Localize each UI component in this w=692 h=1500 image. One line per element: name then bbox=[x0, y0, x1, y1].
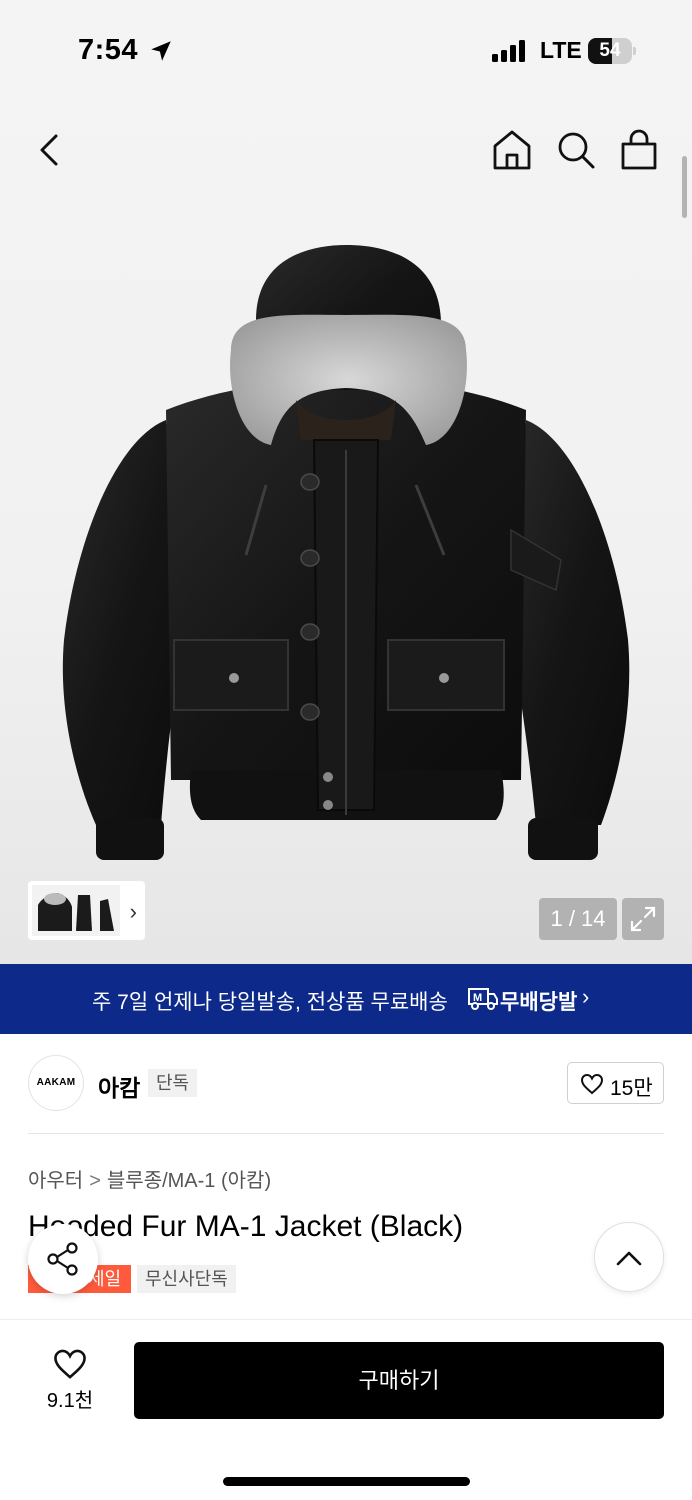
home-icon bbox=[493, 130, 531, 170]
home-button[interactable] bbox=[490, 128, 534, 172]
signal-icon bbox=[492, 40, 525, 62]
product-title: Hooded Fur MA-1 Jacket (Black) bbox=[28, 1210, 464, 1243]
thumbnail-strip[interactable]: › bbox=[28, 881, 145, 940]
chevron-left-icon bbox=[40, 134, 58, 166]
wishlist-button[interactable]: 9.1천 bbox=[28, 1348, 112, 1414]
brand-logo[interactable]: AAKAM bbox=[28, 1055, 84, 1111]
buy-button[interactable]: 구매하기 bbox=[134, 1342, 664, 1419]
search-icon bbox=[558, 132, 595, 169]
cart-button[interactable] bbox=[617, 128, 661, 172]
expand-button[interactable] bbox=[622, 898, 664, 940]
share-icon bbox=[47, 1242, 78, 1276]
breadcrumb-separator: > bbox=[89, 1170, 101, 1192]
status-bar: 7:54 LTE 54 bbox=[0, 30, 692, 74]
wishlist-count: 9.1천 bbox=[46, 1390, 94, 1412]
brand-like-button[interactable]: 15만 bbox=[567, 1062, 664, 1104]
banner-chevron-icon: › bbox=[582, 984, 590, 1009]
thumbnail-chevron-icon: › bbox=[129, 899, 137, 924]
banner-text: 주 7일 언제나 당일발송, 전상품 무료배송 bbox=[92, 991, 448, 1014]
product-image-gallery[interactable]: 7:54 LTE 54 › 1 / 14 bbox=[0, 0, 692, 964]
network-type: LTE bbox=[540, 37, 582, 63]
status-time: 7:54 bbox=[78, 34, 139, 66]
breadcrumb-category[interactable]: 아우터 bbox=[28, 1170, 83, 1192]
scroll-indicator bbox=[682, 156, 687, 218]
brand-exclusive-tag: 단독 bbox=[148, 1069, 198, 1097]
product-image[interactable] bbox=[56, 240, 636, 870]
heart-icon bbox=[580, 1073, 604, 1095]
heart-icon bbox=[54, 1349, 86, 1379]
breadcrumb: 아우터 > 블루종/MA-1 (아캄) bbox=[28, 1164, 271, 1193]
share-button[interactable] bbox=[28, 1224, 98, 1294]
image-counter: 1 / 14 bbox=[539, 898, 617, 940]
bottom-action-bar: 9.1천 구매하기 bbox=[0, 1319, 692, 1500]
delivery-banner[interactable]: 주 7일 언제나 당일발송, 전상품 무료배송 M 무배당발 › bbox=[0, 964, 692, 1034]
thumbnail-images bbox=[32, 885, 120, 936]
divider bbox=[28, 1133, 664, 1134]
home-indicator bbox=[223, 1477, 470, 1486]
brand-name[interactable]: 아캄 bbox=[98, 1069, 140, 1103]
chevron-up-icon bbox=[616, 1251, 642, 1266]
battery-icon: 54 bbox=[588, 38, 636, 64]
svg-text:M: M bbox=[473, 992, 482, 1004]
back-button[interactable] bbox=[28, 128, 72, 172]
brand-like-count: 15만 bbox=[610, 1077, 653, 1100]
search-button[interactable] bbox=[554, 128, 598, 172]
exclusive-tag: 무신사단독 bbox=[137, 1265, 236, 1293]
breadcrumb-subcategory[interactable]: 블루종/MA-1 (아캄) bbox=[107, 1170, 271, 1192]
location-arrow-icon bbox=[151, 41, 171, 61]
banner-badge-text: 무배당발 bbox=[500, 991, 578, 1014]
battery-percent: 54 bbox=[599, 40, 621, 61]
shopping-bag-icon bbox=[621, 129, 657, 170]
expand-icon bbox=[630, 906, 656, 932]
scroll-top-button[interactable] bbox=[594, 1222, 664, 1292]
m-truck-icon: M bbox=[468, 988, 498, 1010]
